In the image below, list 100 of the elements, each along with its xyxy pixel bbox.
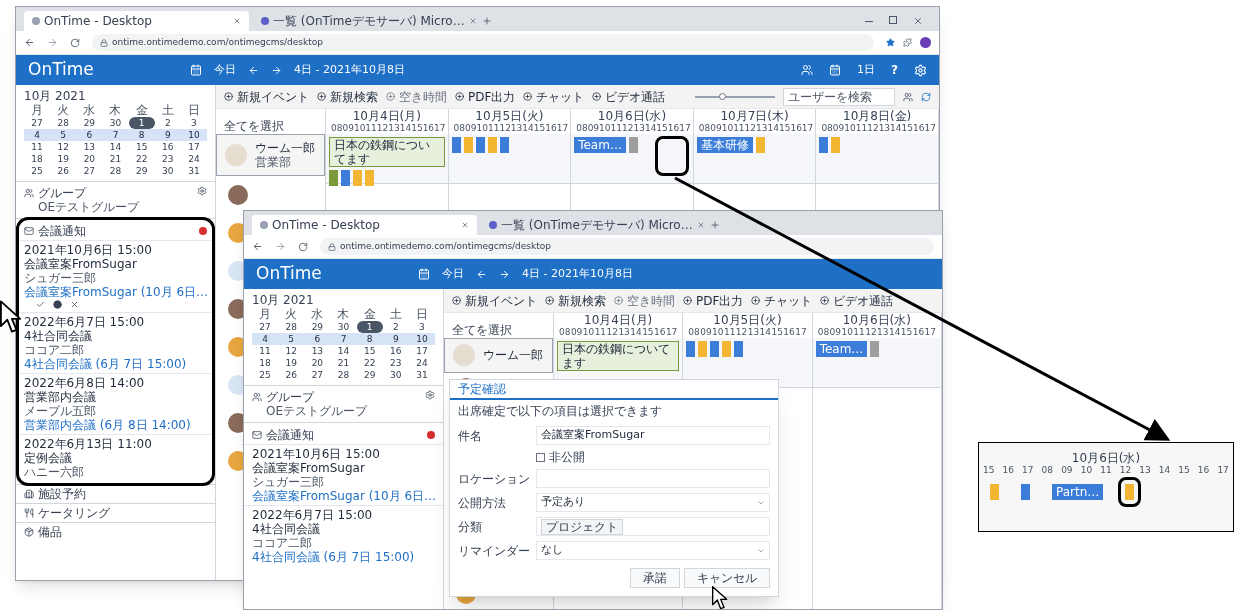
event-block[interactable]: Team… [574, 137, 626, 153]
calendar-day[interactable]: 7 [330, 333, 357, 345]
calendar-icon[interactable] [190, 64, 202, 76]
calendar-day[interactable]: 16 [154, 141, 181, 153]
calendar-day[interactable]: 3 [180, 117, 207, 129]
profile-avatar[interactable] [920, 37, 931, 48]
event-note[interactable]: 日本の鉄鋼についてます [329, 137, 445, 167]
section-title[interactable]: 施設予約 [38, 487, 86, 501]
toolbar-button[interactable]: ビデオ通話 [592, 89, 666, 104]
calendar-day[interactable]: 2 [382, 321, 409, 333]
calendar-day[interactable]: 15 [128, 141, 155, 153]
calendar-day[interactable]: 30 [154, 165, 181, 177]
calendar-day[interactable]: 9 [154, 129, 181, 141]
event-block[interactable]: Team… [815, 341, 868, 357]
calendar-day[interactable]: 29 [304, 321, 331, 333]
calendar-day[interactable]: 30 [102, 117, 129, 129]
toolbar-button[interactable]: 新規検索 [317, 89, 378, 104]
calendar-day[interactable]: 15 [356, 345, 383, 357]
previous-icon[interactable] [476, 268, 487, 280]
calendar-day[interactable]: 8 [356, 333, 383, 345]
event-block[interactable] [628, 137, 638, 153]
calendar-day[interactable]: 26 [50, 165, 77, 177]
event-block[interactable] [686, 341, 696, 357]
calendar-day[interactable]: 10 [180, 129, 207, 141]
notification-link[interactable]: 営業部内会議 (6月 8日 14:00) [24, 418, 207, 432]
calendar-day[interactable]: 28 [50, 117, 77, 129]
event-block[interactable] [451, 137, 461, 153]
calendar-day[interactable]: 25 [252, 369, 279, 381]
calendar-icon[interactable] [829, 64, 842, 76]
text-field[interactable] [536, 469, 770, 488]
reload-icon[interactable] [70, 37, 80, 48]
reload-icon[interactable] [298, 241, 308, 252]
calendar-day[interactable]: 2 [154, 117, 181, 129]
notification-link[interactable]: 会議室案FromSugar (10月 6日… [252, 489, 435, 503]
checkbox[interactable] [536, 452, 545, 462]
dialog-button[interactable]: キャンセル [684, 568, 770, 588]
calendar-day[interactable]: 24 [180, 153, 207, 165]
calendar-day[interactable]: 21 [102, 153, 129, 165]
close-icon[interactable] [468, 17, 477, 25]
notification-link[interactable]: 4社合同会議 (6月 7日 15:00) [252, 550, 435, 564]
today-button[interactable]: 今日 [214, 61, 236, 79]
toolbar-button[interactable]: 新規検索 [545, 293, 606, 308]
calendar-day[interactable]: 29 [356, 369, 383, 381]
calendar-day[interactable]: 20 [76, 153, 103, 165]
select-all-link[interactable]: 全てを選択 [444, 313, 553, 338]
event-block[interactable] [475, 137, 485, 153]
calendar-day[interactable]: 26 [278, 369, 305, 381]
previous-icon[interactable] [248, 64, 259, 76]
star-icon[interactable] [886, 38, 895, 47]
calendar-day[interactable]: 31 [180, 165, 207, 177]
settings-icon[interactable] [197, 186, 207, 196]
calendar-day[interactable]: 27 [304, 369, 331, 381]
calendar-day[interactable]: 16 [382, 345, 409, 357]
help-button[interactable]: ? [891, 61, 898, 79]
calendar-day[interactable]: 24 [408, 357, 435, 369]
address-bar[interactable]: ontime.ontimedemo.com/ontimegcms/desktop [320, 238, 934, 255]
calendar-day[interactable]: 4 [24, 129, 51, 141]
select-all-link[interactable]: 全てを選択 [216, 109, 325, 134]
event-block[interactable] [819, 137, 829, 153]
section-title[interactable]: 備品 [38, 525, 62, 539]
section-title[interactable]: ケータリング [38, 506, 110, 520]
close-icon[interactable] [913, 16, 923, 26]
calendar-day[interactable]: 22 [128, 153, 155, 165]
calendar-day[interactable]: 21 [330, 357, 357, 369]
users-icon[interactable] [801, 64, 814, 76]
calendar-icon[interactable] [418, 268, 430, 280]
event-block[interactable] [499, 137, 509, 153]
calendar-day[interactable]: 6 [76, 129, 103, 141]
calendar-day[interactable]: 11 [24, 141, 51, 153]
maximize-icon[interactable] [889, 16, 897, 24]
dialog-button[interactable]: 承諾 [630, 568, 680, 588]
search-field[interactable]: ユーザーを検索 [783, 87, 895, 106]
calendar-day[interactable]: 29 [128, 165, 155, 177]
calendar-day[interactable]: 28 [330, 369, 357, 381]
calendar-day[interactable]: 4 [252, 333, 279, 345]
event-note[interactable]: 日本の鉄鋼についてます [557, 341, 680, 371]
browser-tab[interactable]: OnTime - Desktop [252, 215, 477, 235]
category-tag[interactable]: プロジェクト [541, 518, 623, 535]
calendar-day[interactable]: 20 [304, 357, 331, 369]
calendar-day[interactable]: 1 [356, 321, 383, 333]
calendar-day[interactable]: 3 [408, 321, 435, 333]
calendar-day[interactable]: 27 [252, 321, 279, 333]
calendar-day[interactable]: 5 [50, 129, 77, 141]
text-field[interactable]: 会議室案FromSugar [536, 426, 770, 445]
toolbar-button[interactable]: ビデオ通話 [820, 293, 894, 308]
notification-link[interactable]: 会議室案FromSugar (10月 6日… [24, 285, 207, 299]
puzzle-icon[interactable] [903, 38, 912, 47]
calendar-day[interactable]: 23 [154, 153, 181, 165]
settings-icon[interactable] [425, 390, 435, 400]
calendar-day[interactable]: 6 [304, 333, 331, 345]
calendar-day[interactable]: 19 [278, 357, 305, 369]
calendar-day[interactable]: 28 [278, 321, 305, 333]
forward-icon[interactable] [47, 37, 58, 48]
calendar-day[interactable]: 30 [382, 369, 409, 381]
event-block[interactable]: Partn… [1052, 484, 1104, 500]
event-block[interactable]: 基本研修 [696, 137, 753, 153]
calendar-day[interactable]: 18 [24, 153, 51, 165]
back-icon[interactable] [252, 241, 263, 252]
calendar-day[interactable]: 27 [76, 165, 103, 177]
close-icon[interactable] [461, 221, 469, 229]
